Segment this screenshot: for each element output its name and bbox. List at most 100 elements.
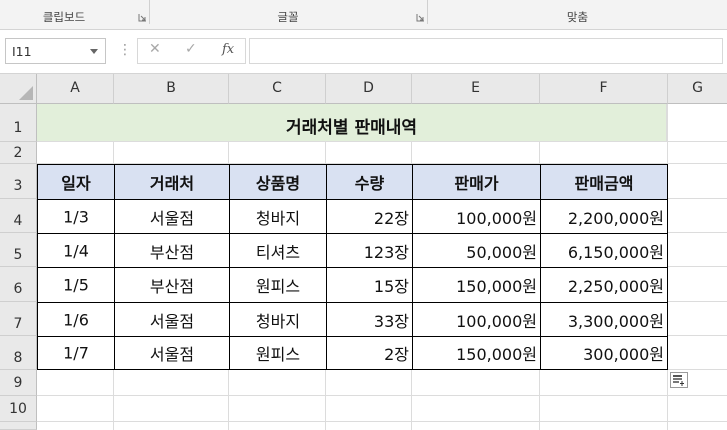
date-cell[interactable]: 1/6 [38,303,115,337]
price-cell[interactable]: 50,000원 [413,234,541,268]
font-dialog-launcher-icon[interactable] [416,13,425,22]
header-label: 상품명 [255,174,301,193]
date-cell[interactable]: 1/7 [38,337,115,369]
grid-line [667,198,727,199]
product-cell[interactable]: 티셔츠 [230,234,327,268]
grid-line [667,335,727,336]
client-cell[interactable]: 서울점 [115,200,230,234]
grid-line [37,395,727,396]
column-header-c[interactable]: C [229,74,326,104]
column-header-b[interactable]: B [114,74,229,104]
cancel-icon[interactable]: ✕ [149,41,161,57]
chevron-down-icon[interactable] [90,49,98,54]
quick-analysis-icon[interactable] [670,372,688,388]
date-cell[interactable]: 1/4 [38,234,115,268]
header-cell-qty[interactable]: 수량 [327,165,413,200]
column-header-e[interactable]: E [412,74,540,104]
date-cell-value: 1/4 [63,241,89,260]
amount-cell-value: 300,000원 [583,345,664,364]
sheet-title-cell[interactable]: 거래처별 판매내역 [37,104,667,142]
date-cell[interactable]: 1/5 [38,268,115,303]
client-cell[interactable]: 서울점 [115,337,230,369]
column-header-d[interactable]: D [326,74,412,104]
header-cell-product[interactable]: 상품명 [230,165,327,200]
price-cell[interactable]: 100,000원 [413,200,541,234]
formula-buttons: ✕ ✓ fx [137,38,246,64]
insert-function-icon[interactable]: fx [222,42,234,57]
price-cell[interactable]: 150,000원 [413,268,541,303]
price-cell[interactable]: 150,000원 [413,337,541,369]
row-header-8[interactable]: 8 [0,336,37,370]
column-header-g[interactable]: G [668,74,727,104]
clipboard-dialog-launcher-icon[interactable] [138,13,147,22]
qty-cell[interactable]: 22장 [327,200,413,234]
grid-line [667,301,727,302]
qty-cell-value: 15장 [373,277,409,296]
product-cell[interactable]: 원피스 [230,337,327,369]
product-cell[interactable]: 청바지 [230,200,327,234]
client-cell-value: 부산점 [149,277,195,296]
product-cell[interactable]: 청바지 [230,303,327,337]
product-cell-value: 원피스 [255,277,301,296]
more-options-icon[interactable]: ⋮ [118,42,132,58]
ribbon-group-labels: 클립보드 글꼴 맞춤 [0,0,727,30]
date-cell[interactable]: 1/3 [38,200,115,234]
price-cell-value: 150,000원 [456,345,537,364]
qty-cell[interactable]: 123장 [327,234,413,268]
product-cell-value: 청바지 [255,208,301,228]
client-cell[interactable]: 부산점 [115,234,230,268]
header-label: 거래처 [149,174,195,193]
product-cell-value: 원피스 [255,345,301,364]
amount-cell[interactable]: 300,000원 [541,337,667,369]
row-header-2[interactable]: 2 [0,142,37,164]
formula-bar: I11 ⋮ ✕ ✓ fx [0,30,727,74]
column-header-f[interactable]: F [540,74,668,104]
row-header-5[interactable]: 5 [0,233,37,267]
ribbon-group-font-label: 글꼴 [277,10,299,24]
amount-cell[interactable]: 2,250,000원 [541,268,667,303]
ribbon-group-clipboard: 클립보드 [0,0,148,30]
header-cell-client[interactable]: 거래처 [115,165,230,200]
row-header-10[interactable]: 10 [0,396,37,422]
select-all-corner[interactable] [0,74,37,104]
client-cell-value: 부산점 [149,242,195,262]
row-header-3[interactable]: 3 [0,164,37,199]
price-cell[interactable]: 100,000원 [413,303,541,337]
row-header-6[interactable]: 6 [0,267,37,302]
qty-cell[interactable]: 15장 [327,268,413,303]
header-cell-price[interactable]: 판매가 [413,165,541,200]
qty-cell-value: 33장 [373,311,409,331]
row-header-11[interactable] [0,422,37,430]
row-header-9[interactable]: 9 [0,370,37,396]
client-cell[interactable]: 부산점 [115,268,230,303]
amount-cell-value: 6,150,000원 [567,242,664,262]
amount-cell[interactable]: 3,300,000원 [541,303,667,337]
formula-input[interactable] [249,38,723,64]
name-box[interactable]: I11 [5,38,106,64]
qty-cell[interactable]: 2장 [327,337,413,369]
header-cell-amount[interactable]: 판매금액 [541,165,667,200]
header-label: 수량 [354,174,385,193]
select-all-icon [19,86,33,100]
grid-line [667,141,727,142]
column-header-a[interactable]: A [37,74,114,104]
ribbon-group-alignment: 맞춤 [428,0,727,30]
grid-line [667,232,727,233]
date-cell-value: 1/3 [63,207,89,226]
product-cell-value: 청바지 [255,311,301,331]
row-header-7[interactable]: 7 [0,302,37,336]
qty-cell[interactable]: 33장 [327,303,413,337]
client-cell[interactable]: 서울점 [115,303,230,337]
grid-line [37,421,727,422]
product-cell[interactable]: 원피스 [230,268,327,303]
amount-cell[interactable]: 6,150,000원 [541,234,667,268]
row-header-4[interactable]: 4 [0,199,37,233]
client-cell-value: 서울점 [149,208,195,228]
header-cell-date[interactable]: 일자 [38,165,115,200]
amount-cell[interactable]: 2,200,000원 [541,200,667,234]
price-cell-value: 50,000원 [466,242,537,262]
amount-cell-value: 2,200,000원 [567,208,664,228]
date-cell-value: 1/7 [63,343,89,363]
row-header-1[interactable]: 1 [0,104,37,142]
enter-icon[interactable]: ✓ [185,41,197,57]
